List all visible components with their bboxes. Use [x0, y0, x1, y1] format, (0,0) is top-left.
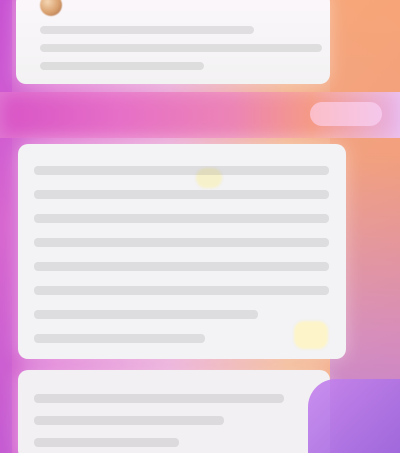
text-line: [34, 238, 329, 247]
text-line: [34, 310, 259, 319]
bottom-right-gradient: [308, 379, 400, 453]
text-line: [34, 286, 329, 295]
text-line: [34, 262, 329, 271]
text-line: [40, 62, 204, 70]
text-line: [34, 394, 284, 403]
banner-strip: [0, 92, 400, 138]
avatar-icon: [40, 0, 62, 16]
main-card-content: [34, 166, 329, 358]
text-line: [34, 214, 329, 223]
main-card: [18, 144, 346, 359]
left-edge-accent: [0, 0, 12, 453]
glow-badge: [294, 321, 328, 349]
text-line: [34, 190, 329, 199]
banner-pill: [310, 102, 382, 126]
text-line: [34, 416, 224, 425]
text-line: [34, 438, 179, 447]
top-card-content: [40, 26, 322, 80]
text-line: [40, 26, 255, 34]
bottom-card-content: [34, 394, 284, 453]
top-card: [16, 0, 330, 84]
text-line: [34, 166, 329, 175]
bottom-card: [18, 370, 330, 453]
text-line: [34, 334, 206, 343]
text-line: [40, 44, 322, 52]
